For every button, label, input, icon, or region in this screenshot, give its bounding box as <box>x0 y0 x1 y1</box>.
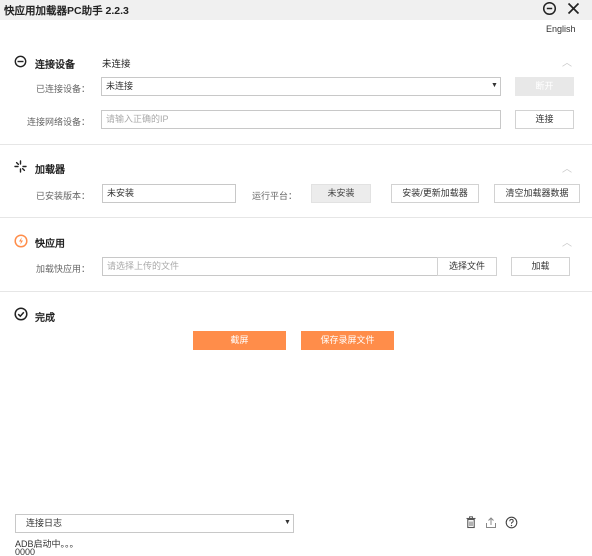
quickapp-section-title: 快应用 <box>35 239 65 250</box>
done-section-title: 完成 <box>35 313 55 324</box>
screenshot-button[interactable]: 截屏 <box>193 331 286 350</box>
clear-loader-data-button[interactable]: 清空加载器数据 <box>494 184 580 203</box>
connect-icon <box>14 55 27 68</box>
load-button[interactable]: 加载 <box>511 257 570 276</box>
section-divider <box>0 291 592 292</box>
section-divider <box>0 144 592 145</box>
ip-input[interactable]: 请输入正确的IP <box>101 110 501 129</box>
collapse-connect-chevron-icon[interactable]: ︿ <box>562 54 572 69</box>
platform-value: 未安装 <box>311 184 371 203</box>
trash-icon[interactable] <box>465 516 477 529</box>
load-quickapp-label: 加载快应用： <box>36 264 91 274</box>
section-divider <box>0 217 592 218</box>
loader-icon <box>14 160 27 173</box>
file-path-input[interactable]: 请选择上传的文件 <box>102 257 438 276</box>
minimize-icon[interactable] <box>542 1 557 16</box>
quickapp-icon <box>14 234 28 248</box>
loader-section-title: 加载器 <box>35 165 65 176</box>
collapse-quickapp-chevron-icon[interactable]: ︿ <box>562 234 572 249</box>
installed-version-value: 未安装 <box>107 188 135 198</box>
help-icon[interactable] <box>505 516 518 529</box>
connected-device-label: 已连接设备： <box>36 84 91 94</box>
choose-file-button[interactable]: 选择文件 <box>437 257 497 276</box>
install-update-loader-button[interactable]: 安装/更新加载器 <box>391 184 479 203</box>
log-type-value: 连接日志 <box>26 518 63 528</box>
save-recording-button[interactable]: 保存录屏文件 <box>301 331 394 350</box>
connected-device-value: 未连接 <box>106 81 134 91</box>
log-type-select[interactable]: 连接日志 <box>15 514 294 533</box>
check-circle-icon <box>14 307 28 321</box>
connected-device-select[interactable]: 未连接 <box>101 77 501 96</box>
platform-label: 运行平台： <box>252 191 298 201</box>
close-icon[interactable] <box>566 1 581 16</box>
installed-version-label: 已安装版本： <box>36 191 91 201</box>
window-title: 快应用加载器PC助手 2.2.3 <box>4 5 129 17</box>
language-link[interactable]: English <box>546 24 576 34</box>
log-line: 0000 <box>15 547 36 556</box>
connect-button[interactable]: 连接 <box>515 110 574 129</box>
network-device-label: 连接网络设备： <box>27 117 91 127</box>
dropdown-caret-icon: ▼ <box>284 519 291 526</box>
installed-version-field: 未安装 <box>102 184 236 203</box>
upload-icon[interactable] <box>485 516 497 529</box>
collapse-loader-chevron-icon[interactable]: ︿ <box>562 160 572 175</box>
connection-status: 未连接 <box>102 59 131 70</box>
disconnect-button[interactable]: 断开 <box>515 77 574 96</box>
ip-placeholder: 请输入正确的IP <box>106 114 169 124</box>
file-placeholder: 请选择上传的文件 <box>107 261 180 271</box>
dropdown-caret-icon: ▼ <box>491 82 498 89</box>
connect-section-title: 连接设备 <box>35 60 75 71</box>
